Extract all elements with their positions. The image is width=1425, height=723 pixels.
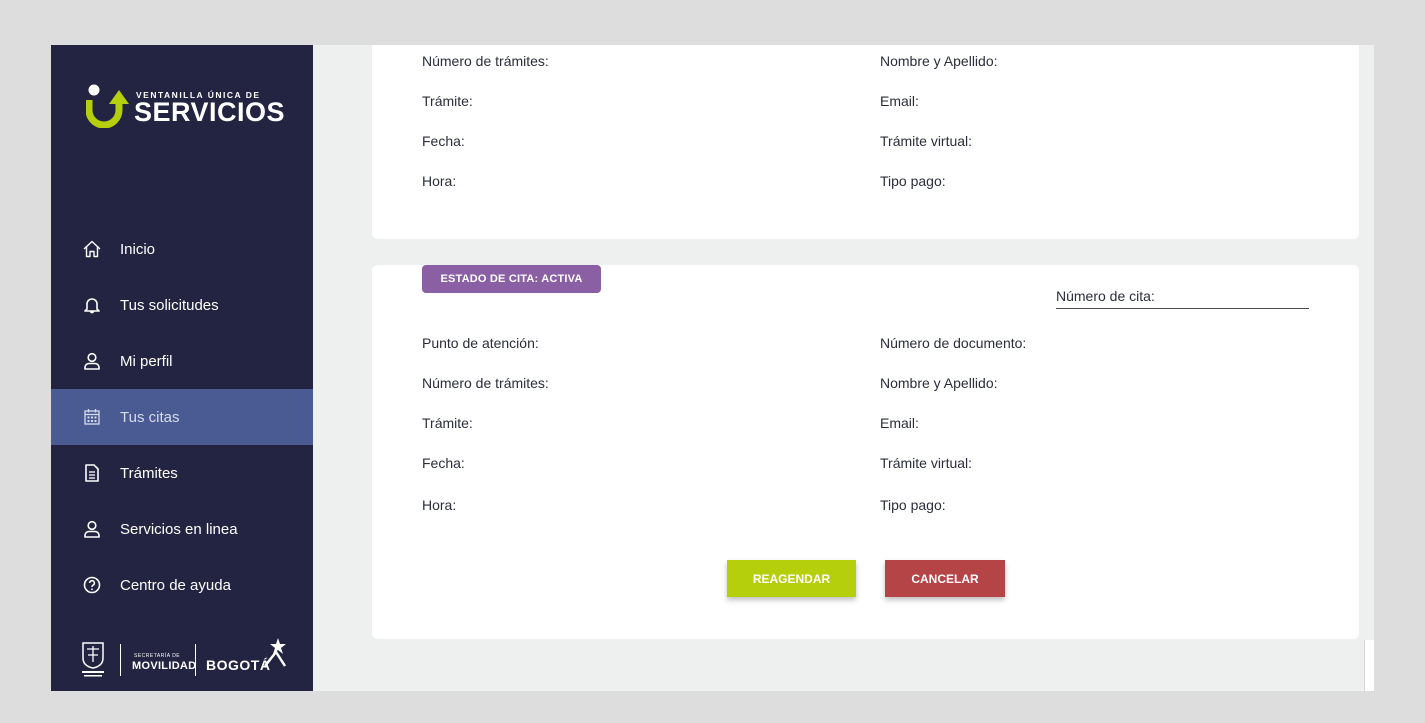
sidebar-footer-logos: SECRETARÍA DE MOVILIDAD BOGOTÁ: [81, 638, 301, 680]
app-frame: VENTANILLA ÚNICA DE SERVICIOS Inicio Tus…: [51, 45, 1374, 691]
sidebar-item-mi-perfil[interactable]: Mi perfil: [51, 333, 313, 389]
field-tramite-virtual: Trámite virtual:: [880, 133, 973, 149]
sidebar-item-centro-de-ayuda[interactable]: Centro de ayuda: [51, 557, 313, 613]
movilidad-label: MOVILIDAD: [132, 660, 197, 672]
field-tipo-pago: Tipo pago:: [880, 173, 946, 189]
field-tramite: Trámite:: [422, 415, 473, 431]
sidebar-item-tramites[interactable]: Trámites: [51, 445, 313, 501]
sidebar-item-label: Inicio: [120, 240, 156, 258]
home-icon: [81, 238, 103, 260]
sidebar: VENTANILLA ÚNICA DE SERVICIOS Inicio Tus…: [51, 45, 313, 691]
field-nombre-apellido: Nombre y Apellido:: [880, 53, 998, 69]
field-punto-atencion: Punto de atención:: [422, 335, 539, 351]
sidebar-item-tus-solicitudes[interactable]: Tus solicitudes: [51, 277, 313, 333]
secretaria-label: SECRETARÍA DE: [134, 653, 181, 659]
field-hora: Hora:: [422, 497, 457, 513]
divider: [195, 644, 196, 676]
sidebar-nav: Inicio Tus solicitudes Mi perfil Tus cit…: [51, 221, 313, 613]
sidebar-item-label: Servicios en linea: [120, 520, 238, 538]
field-tramite: Trámite:: [422, 93, 473, 109]
cita-card-1: Número de trámites: Nombre y Apellido: T…: [372, 45, 1359, 239]
field-fecha: Fecha:: [422, 455, 465, 471]
ventanilla-logo[interactable]: VENTANILLA ÚNICA DE SERVICIOS: [86, 82, 286, 128]
field-email: Email:: [880, 93, 919, 109]
help-circle-icon: [81, 574, 103, 596]
field-tramite-virtual: Trámite virtual:: [880, 455, 973, 471]
logo-mark-icon: [86, 84, 129, 128]
sidebar-item-tus-citas[interactable]: Tus citas: [51, 389, 313, 445]
sidebar-item-label: Centro de ayuda: [120, 576, 231, 594]
field-nombre-apellido: Nombre y Apellido:: [880, 375, 998, 391]
field-numero-documento: Número de documento:: [880, 335, 1027, 351]
alcaldia-shield-icon: [82, 642, 104, 677]
document-icon: [81, 462, 103, 484]
sidebar-item-label: Trámites: [120, 464, 178, 482]
numero-cita-field: Número de cita:: [1056, 288, 1309, 309]
logo-title: SERVICIOS: [134, 97, 286, 127]
sidebar-item-label: Mi perfil: [120, 352, 173, 370]
calendar-icon: [81, 406, 103, 428]
sidebar-item-servicios-en-linea[interactable]: Servicios en linea: [51, 501, 313, 557]
status-badge: ESTADO DE CITA: ACTIVA: [422, 265, 601, 293]
sidebar-item-label: Tus citas: [120, 408, 180, 426]
cita-card-2: ESTADO DE CITA: ACTIVA Número de cita: P…: [372, 265, 1359, 639]
field-numero-tramites: Número de trámites:: [422, 53, 549, 69]
cancelar-button[interactable]: CANCELAR: [885, 560, 1005, 597]
field-numero-tramites: Número de trámites:: [422, 375, 549, 391]
numero-cita-label: Número de cita:: [1056, 288, 1155, 304]
field-email: Email:: [880, 415, 919, 431]
divider: [120, 644, 121, 676]
scrollbar[interactable]: [1364, 640, 1374, 691]
bell-icon: [81, 294, 103, 316]
user-icon: [81, 518, 103, 540]
reagendar-button[interactable]: REAGENDAR: [727, 560, 856, 597]
field-fecha: Fecha:: [422, 133, 465, 149]
field-hora: Hora:: [422, 173, 457, 189]
sidebar-item-inicio[interactable]: Inicio: [51, 221, 313, 277]
field-tipo-pago: Tipo pago:: [880, 497, 946, 513]
sidebar-item-label: Tus solicitudes: [120, 296, 219, 314]
bogota-star-icon: [264, 638, 287, 667]
user-icon: [81, 350, 103, 372]
